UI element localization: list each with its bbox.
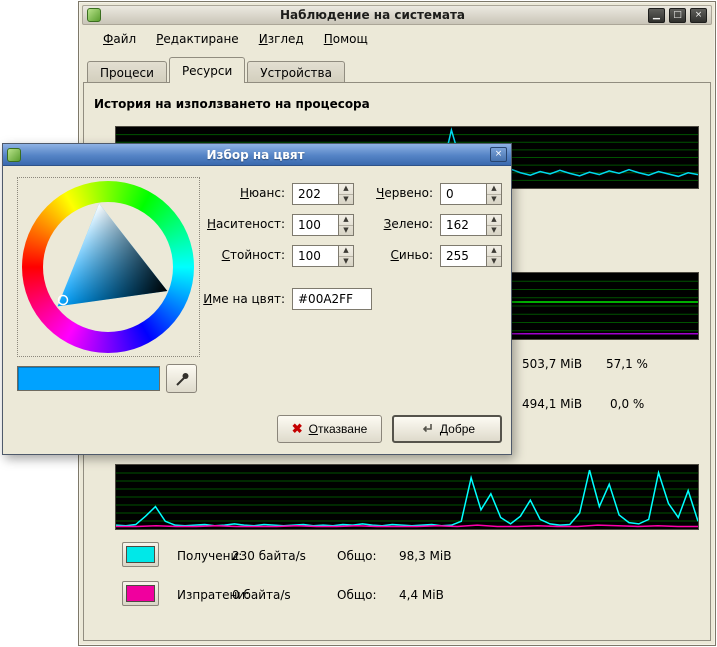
value-label: Стойност:: [183, 248, 285, 262]
menu-view[interactable]: Изглед: [251, 30, 312, 48]
menu-bar: Файл Редактиране Изглед Помощ: [83, 28, 711, 50]
hue-label: Нюанс:: [183, 186, 285, 200]
menu-file[interactable]: Файл: [95, 30, 144, 48]
minimize-button[interactable]: ▁: [648, 8, 665, 23]
tab-resources[interactable]: Ресурси: [169, 57, 245, 83]
spin-up-icon[interactable]: ▲: [487, 184, 501, 195]
blue-label: Синьо:: [349, 248, 433, 262]
dialog-body: Нюанс: 202 ▲▼ Наситеност: 100 ▲▼ Стойнос…: [3, 166, 511, 454]
tab-processes[interactable]: Процеси: [87, 61, 167, 83]
sent-color-button[interactable]: [122, 581, 159, 606]
swap-amount: 494,1 MiB: [522, 397, 582, 411]
received-color-swatch: [126, 546, 155, 563]
received-color-button[interactable]: [122, 542, 159, 567]
received-rate: 230 байта/s: [232, 549, 306, 563]
spin-down-icon[interactable]: ▼: [487, 195, 501, 205]
dialog-close-icon[interactable]: ×: [490, 147, 507, 162]
color-preview: [17, 366, 160, 391]
menu-edit[interactable]: Редактиране: [148, 30, 247, 48]
cancel-x-icon: ✖: [292, 421, 303, 437]
close-button[interactable]: ×: [690, 8, 707, 23]
received-total-label: Общо:: [337, 549, 377, 563]
color-name-label: Име на цвят:: [161, 292, 285, 306]
window-title: Наблюдение на системата: [101, 8, 644, 22]
memory-percent: 57,1 %: [606, 357, 648, 371]
green-label: Зелено:: [349, 217, 433, 231]
swap-percent: 0,0 %: [610, 397, 644, 411]
value-spinner[interactable]: 100 ▲▼: [292, 245, 354, 267]
received-total: 98,3 MiB: [399, 549, 451, 563]
blue-spinner[interactable]: 255 ▲▼: [440, 245, 502, 267]
tab-bar: Процеси Ресурси Устройства: [87, 57, 347, 83]
spin-up-icon[interactable]: ▲: [487, 246, 501, 257]
red-label: Червено:: [349, 186, 433, 200]
cpu-section-title: История на използването на процесора: [94, 97, 370, 111]
color-wheel-area: [17, 177, 200, 357]
sent-total-label: Общо:: [337, 588, 377, 602]
saturation-label: Наситеност:: [183, 217, 285, 231]
cancel-button[interactable]: ✖ Отказване: [277, 415, 382, 443]
app-icon: [87, 8, 101, 22]
main-titlebar[interactable]: Наблюдение на системата ▁ □ ×: [82, 5, 712, 25]
eyedropper-icon: [174, 371, 190, 387]
dialog-app-icon: [7, 148, 21, 162]
green-spinner[interactable]: 162 ▲▼: [440, 214, 502, 236]
hue-spinner[interactable]: 202 ▲▼: [292, 183, 354, 205]
sent-rate: 0 байта/s: [232, 588, 291, 602]
tab-devices[interactable]: Устройства: [247, 61, 345, 83]
hsv-triangle[interactable]: [22, 181, 194, 353]
network-history-graph: [115, 464, 699, 530]
sent-color-swatch: [126, 585, 155, 602]
spin-down-icon[interactable]: ▼: [487, 257, 501, 267]
spin-down-icon[interactable]: ▼: [487, 226, 501, 236]
color-picker-dialog: Избор на цвят ×: [2, 143, 512, 455]
menu-help[interactable]: Помощ: [316, 30, 376, 48]
color-name-input[interactable]: [292, 288, 372, 310]
dialog-titlebar[interactable]: Избор на цвят ×: [3, 144, 511, 166]
sent-total: 4,4 MiB: [399, 588, 444, 602]
saturation-spinner[interactable]: 100 ▲▼: [292, 214, 354, 236]
ok-button[interactable]: Добре: [392, 415, 502, 443]
maximize-button[interactable]: □: [669, 8, 686, 23]
dialog-title: Избор на цвят: [21, 148, 490, 162]
red-spinner[interactable]: 0 ▲▼: [440, 183, 502, 205]
eyedropper-button[interactable]: [166, 364, 197, 393]
spin-up-icon[interactable]: ▲: [487, 215, 501, 226]
ok-enter-icon: [419, 422, 434, 436]
memory-amount: 503,7 MiB: [522, 357, 582, 371]
